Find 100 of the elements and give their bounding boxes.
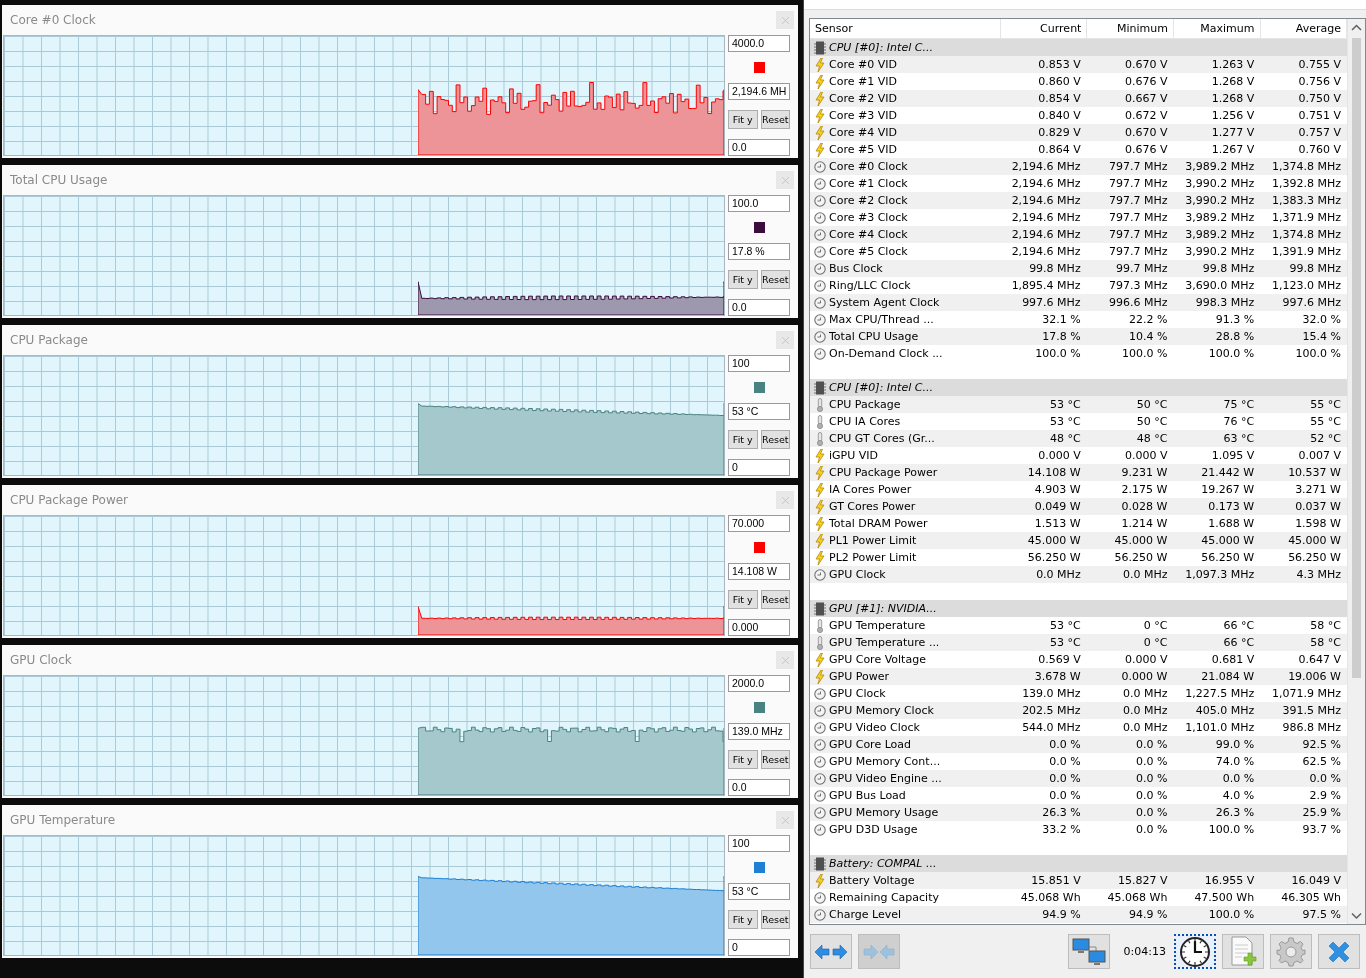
fit-y-button[interactable]: Fit y <box>728 910 758 929</box>
value-cell-text: 2,194.6 MHz <box>1010 193 1082 209</box>
group-header-row[interactable]: Battery: COMPAL ... <box>810 855 1347 872</box>
min-value-field[interactable]: 0 <box>728 459 790 476</box>
value-cell-text: 0.049 W <box>1033 499 1082 515</box>
value-cell-text: 26.3 % <box>1214 805 1256 821</box>
value-cell-text: 99.8 MHz <box>1028 261 1082 277</box>
reset-button[interactable]: Reset <box>760 590 790 609</box>
sensor-name: GT Cores Power <box>829 499 916 515</box>
value-cell-text: 0.840 V <box>1037 108 1082 124</box>
value-cell-text: 47.500 Wh <box>1193 890 1256 906</box>
value-cell-text: 0.750 V <box>1297 91 1342 107</box>
value-cell-text: 0.0 MHz <box>1121 703 1169 719</box>
fit-y-button[interactable]: Fit y <box>728 270 758 289</box>
value-cell-text: 3,990.2 MHz <box>1184 193 1256 209</box>
min-value-field[interactable]: 0.0 <box>728 779 790 796</box>
sensor-name: Charge Level <box>829 907 901 923</box>
value-cell-text: 996.6 MHz <box>1107 295 1169 311</box>
sensor-name: Core #0 VID <box>829 57 897 73</box>
group-name: CPU [#0]: Intel C... <box>829 380 933 396</box>
value-cell-text: 4.903 W <box>1033 482 1082 498</box>
value-cell-text: 1.267 V <box>1210 142 1256 158</box>
max-value-field[interactable]: 70.000 <box>728 515 790 532</box>
sensor-name: Max CPU/Thread ... <box>829 312 934 328</box>
value-cell-text: 100.0 % <box>1294 346 1342 362</box>
value-cell-text: 66 °C <box>1222 618 1256 634</box>
value-cell-text: 405.0 MHz <box>1194 703 1256 719</box>
value-cell-text: 1,071.9 MHz <box>1270 686 1342 702</box>
max-value-field[interactable]: 100.0 <box>728 195 790 212</box>
value-cell-text: 0.0 % <box>1135 788 1169 804</box>
reset-button[interactable]: Reset <box>760 110 790 129</box>
value-cell-text: 0.681 V <box>1210 652 1256 668</box>
value-cell-text: 2,194.6 MHz <box>1010 210 1082 226</box>
value-cell-text: 45.068 Wh <box>1019 890 1082 906</box>
value-cell-text: 0.0 % <box>1048 737 1082 753</box>
sensor-name: Core #2 Clock <box>829 193 908 209</box>
max-value-field[interactable]: 100 <box>728 355 790 372</box>
value-cell-text: 0.0 MHz <box>1121 720 1169 736</box>
value-cell-text: 0.0 % <box>1048 771 1082 787</box>
value-cell-text: 997.6 MHz <box>1021 295 1082 311</box>
max-value-field[interactable]: 2000.0 <box>728 675 790 692</box>
sensor-name: GPU Video Clock <box>829 720 920 736</box>
reset-button[interactable]: Reset <box>760 270 790 289</box>
sensor-name: GPU Power <box>829 669 889 685</box>
reset-button[interactable]: Reset <box>760 750 790 769</box>
sensor-name: PL1 Power Limit <box>829 533 917 549</box>
fit-y-button[interactable]: Fit y <box>728 430 758 449</box>
value-cell-text: 139.0 MHz <box>1021 686 1082 702</box>
value-cell-text: 21.442 W <box>1200 465 1256 481</box>
value-cell-text: 0.0 % <box>1135 822 1169 838</box>
value-cell-text: 45.000 W <box>1200 533 1256 549</box>
min-value-field[interactable]: 0.0 <box>728 139 790 156</box>
max-value-field[interactable]: 100 <box>728 835 790 852</box>
value-cell-text: 0.037 W <box>1294 499 1342 515</box>
value-cell-text: 0.0 % <box>1048 754 1082 770</box>
min-value-field[interactable]: 0 <box>728 939 790 956</box>
column-header[interactable]: Maximum <box>1173 19 1261 38</box>
value-cell-text: 99.0 % <box>1214 737 1256 753</box>
value-cell-text: 1.598 W <box>1294 516 1342 532</box>
value-cell-text: 2.175 W <box>1120 482 1169 498</box>
value-cell-text: 55 °C <box>1309 414 1342 430</box>
value-cell-text: 0.829 V <box>1037 125 1082 141</box>
value-cell-text: 4.3 MHz <box>1295 567 1342 583</box>
value-cell-text: 45.000 W <box>1026 533 1082 549</box>
value-cell-text: 1.256 V <box>1210 108 1256 124</box>
value-cell-text: 3,990.2 MHz <box>1184 244 1256 260</box>
value-cell-text: 986.8 MHz <box>1281 720 1342 736</box>
column-header[interactable]: Minimum <box>1087 19 1174 38</box>
value-cell-text: 17.8 % <box>1041 329 1082 345</box>
value-cell-text: 544.0 MHz <box>1021 720 1082 736</box>
value-cell-text: 91.3 % <box>1214 312 1256 328</box>
sensor-name: Remaining Capacity <box>829 890 939 906</box>
value-cell-text: 0.000 V <box>1037 448 1082 464</box>
value-cell-text: 0.0 % <box>1048 788 1082 804</box>
fit-y-button[interactable]: Fit y <box>728 750 758 769</box>
value-cell-text: 2,194.6 MHz <box>1010 176 1082 192</box>
column-header[interactable]: Current <box>1000 19 1088 38</box>
min-value-field[interactable]: 0.000 <box>728 619 790 636</box>
value-cell-text: 1.263 V <box>1210 57 1256 73</box>
group-header-row[interactable]: CPU [#0]: Intel C... <box>810 379 1347 396</box>
fit-y-button[interactable]: Fit y <box>728 110 758 129</box>
sensor-name: GPU Memory Usage <box>829 805 939 821</box>
value-cell-text: 1.268 V <box>1210 91 1256 107</box>
column-header[interactable]: Sensor <box>810 19 1001 38</box>
group-header-row[interactable]: GPU [#1]: NVIDIA... <box>810 600 1347 617</box>
reset-button[interactable]: Reset <box>760 910 790 929</box>
value-cell-text: 0.0 % <box>1135 805 1169 821</box>
fit-y-button[interactable]: Fit y <box>728 590 758 609</box>
reset-button[interactable]: Reset <box>760 430 790 449</box>
group-header-row[interactable]: CPU [#0]: Intel C... <box>810 39 1347 56</box>
value-cell-text: 797.7 MHz <box>1107 193 1169 209</box>
value-cell-text: 797.7 MHz <box>1107 210 1169 226</box>
sensor-name: iGPU VID <box>829 448 878 464</box>
min-value-field[interactable]: 0.0 <box>728 299 790 316</box>
sensor-name: Core #1 VID <box>829 74 897 90</box>
sensor-name: GPU Memory Cont... <box>829 754 941 770</box>
value-cell-text: 99.7 MHz <box>1114 261 1169 277</box>
group-name: Battery: COMPAL ... <box>829 856 937 872</box>
value-cell-text: 32.0 % <box>1301 312 1342 328</box>
max-value-field[interactable]: 4000.0 <box>728 35 790 52</box>
